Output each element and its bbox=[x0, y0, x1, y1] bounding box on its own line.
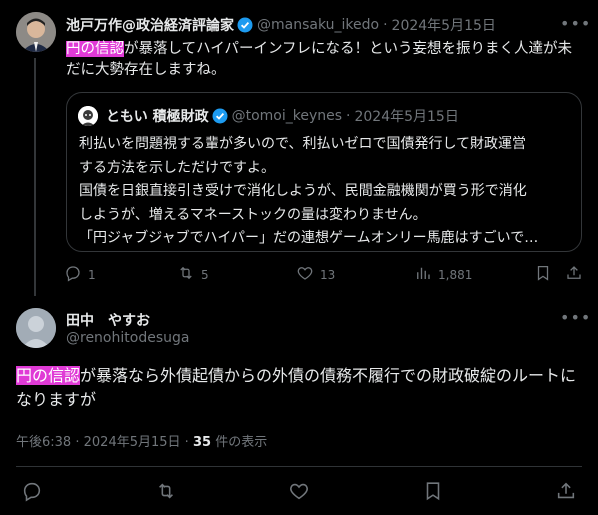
highlighted-text: 円の信認 bbox=[66, 41, 124, 57]
bookmark-icon bbox=[422, 480, 444, 505]
views-count: 35 bbox=[192, 435, 212, 450]
reply-icon bbox=[21, 480, 43, 505]
quoted-header: ともい 積極財政 @tomoi_keynes · 2024年5月15日 bbox=[106, 106, 459, 126]
avatar[interactable] bbox=[16, 308, 56, 348]
views-label: 件の表示 bbox=[215, 435, 268, 450]
author-name[interactable]: 池戸万作@政治経済評論家 bbox=[66, 15, 234, 35]
highlighted-text: 円の信認 bbox=[16, 366, 81, 385]
separator: · bbox=[75, 435, 80, 450]
bookmark-button[interactable] bbox=[422, 480, 444, 505]
share-button[interactable] bbox=[565, 264, 583, 285]
retweet-button[interactable] bbox=[155, 480, 177, 505]
reply-icon bbox=[64, 264, 82, 285]
like-icon bbox=[288, 480, 310, 505]
bookmark-icon bbox=[534, 264, 552, 285]
quoted-text-line: しようが、増えるマネーストックの量は変わりません。 bbox=[79, 206, 427, 223]
post-date[interactable]: 2024年5月15日 bbox=[392, 15, 496, 35]
retweet-icon bbox=[177, 264, 195, 285]
more-icon[interactable]: ••• bbox=[560, 308, 590, 327]
post-text: 円の信認が暴落してハイパーインフレになる！という妄想を振りまく人達が未だに大勢存… bbox=[66, 39, 586, 81]
retweet-icon bbox=[155, 480, 177, 505]
reply-button[interactable] bbox=[21, 480, 43, 505]
views-button[interactable]: 1,881 bbox=[414, 264, 472, 285]
retweet-button[interactable]: 5 bbox=[177, 264, 209, 285]
share-icon bbox=[555, 480, 577, 505]
retweet-count: 5 bbox=[201, 267, 209, 282]
quoted-text-line: する方法を示しただけですよ。 bbox=[79, 159, 275, 176]
quoted-avatar bbox=[78, 106, 98, 126]
post-meta: 午後6:38 · 2024年5月15日 · 35 件の表示 bbox=[16, 431, 267, 450]
post-text: 円の信認が暴落なら外債起債からの外債の債務不履行での財政破綻のルートになりますが bbox=[16, 364, 582, 412]
post-header: 池戸万作@政治経済評論家 @mansaku_ikedo · 2024年5月15日 bbox=[66, 15, 496, 35]
thread-line bbox=[34, 58, 36, 296]
author-name[interactable]: 田中 やすお bbox=[66, 310, 150, 330]
separator: · bbox=[383, 17, 388, 33]
verified-badge-icon bbox=[237, 17, 253, 33]
parent-post[interactable]: 池戸万作@政治経済評論家 @mansaku_ikedo · 2024年5月15日… bbox=[0, 0, 598, 296]
quoted-text-line: 利払いを問題視する輩が多いので、利払いゼロで国債発行して財政運営 bbox=[79, 136, 527, 152]
quoted-author-name: ともい 積極財政 bbox=[106, 109, 209, 125]
quoted-text-line: 国債を日銀直接引き受けで消化しようが、民間金融機関が買う形で消化 bbox=[79, 183, 527, 199]
post-text-rest: が暴落してハイパーインフレになる！という妄想を振りまく人達が未だに大勢存在します… bbox=[66, 41, 573, 78]
like-icon bbox=[296, 264, 314, 285]
separator: · bbox=[184, 435, 189, 450]
quoted-post[interactable]: ともい 積極財政 @tomoi_keynes · 2024年5月15日 利払いを… bbox=[66, 92, 582, 252]
share-icon bbox=[565, 264, 583, 285]
reply-count: 1 bbox=[88, 267, 96, 282]
views-count: 1,881 bbox=[438, 267, 473, 282]
main-post: 田中 やすお @renohitodesuga ••• 円の信認が暴落なら外債起債… bbox=[0, 296, 598, 515]
more-icon[interactable]: ••• bbox=[560, 14, 590, 34]
author-handle[interactable]: @mansaku_ikedo bbox=[257, 17, 379, 33]
separator: · bbox=[346, 108, 351, 124]
divider bbox=[16, 466, 582, 467]
author-handle[interactable]: @renohitodesuga bbox=[66, 330, 189, 346]
post-date[interactable]: 2024年5月15日 bbox=[84, 435, 181, 450]
reply-button[interactable]: 1 bbox=[64, 264, 96, 285]
quoted-text: 利払いを問題視する輩が多いので、利払いゼロで国債発行して財政運営 する方法を示し… bbox=[79, 133, 574, 251]
avatar[interactable] bbox=[16, 12, 56, 52]
verified-badge-icon bbox=[212, 108, 228, 124]
post-time[interactable]: 午後6:38 bbox=[16, 435, 71, 450]
quoted-date: 2024年5月15日 bbox=[354, 109, 459, 125]
quoted-author-handle: @tomoi_keynes bbox=[231, 108, 343, 124]
like-count: 13 bbox=[320, 267, 336, 282]
bookmark-button[interactable] bbox=[534, 264, 552, 285]
like-button[interactable]: 13 bbox=[296, 264, 335, 285]
views-icon bbox=[414, 264, 432, 285]
like-button[interactable] bbox=[288, 480, 310, 505]
share-button[interactable] bbox=[555, 480, 577, 505]
quoted-text-line: 「円ジャブジャブでハイパー」だの連想ゲームオンリー馬鹿はすごいで… bbox=[79, 230, 539, 246]
post-text-rest: が暴落なら外債起債からの外債の債務不履行での財政破綻のルートになりますが bbox=[16, 366, 577, 409]
